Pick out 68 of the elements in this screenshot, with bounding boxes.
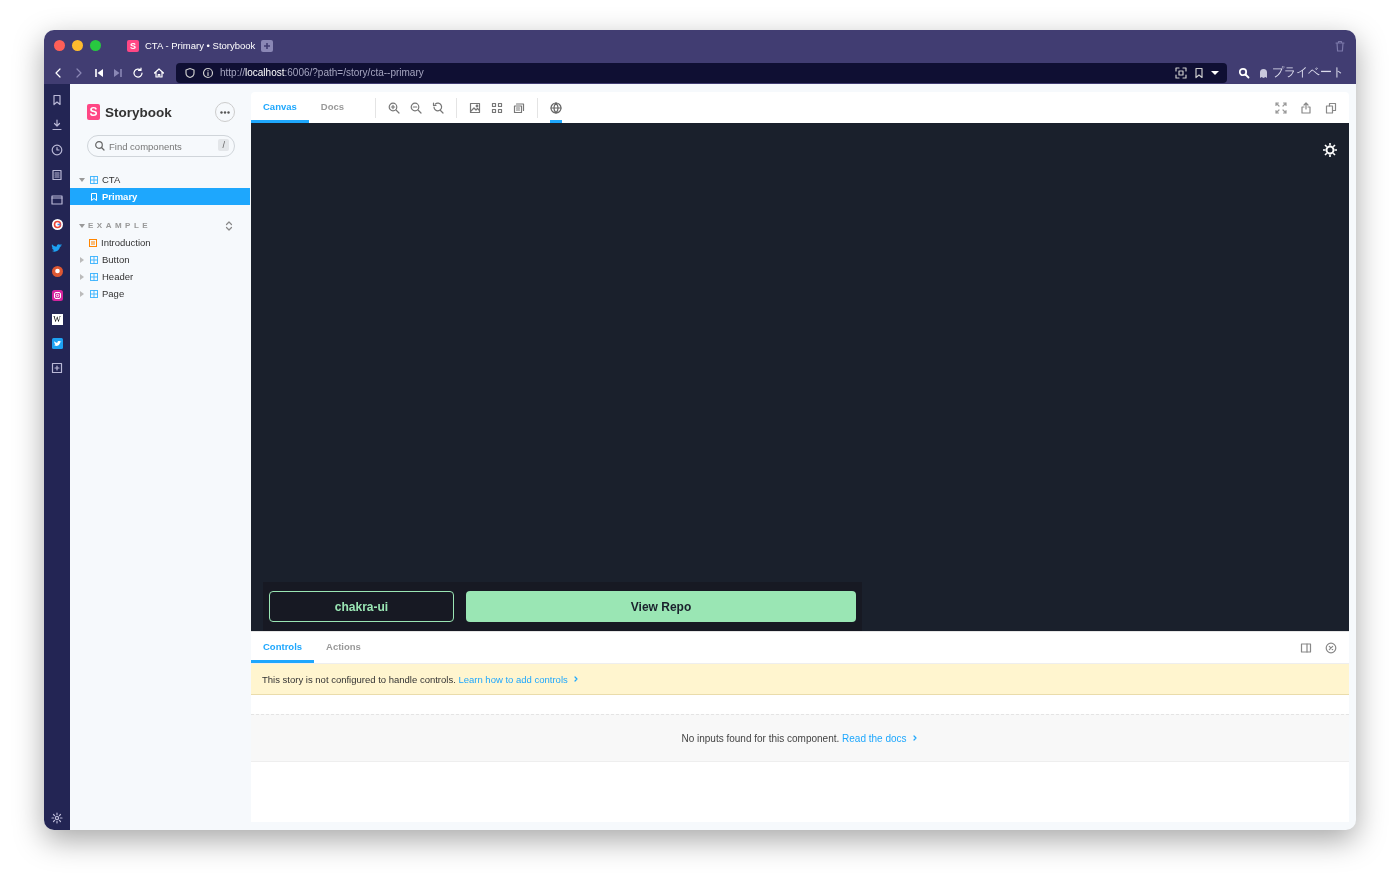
image-icon [469, 101, 482, 114]
grid-icon [491, 101, 504, 114]
expand-collapse-icon[interactable] [223, 219, 235, 232]
ellipsis-icon [220, 110, 230, 114]
reset-zoom-icon [432, 101, 445, 114]
bookmark-icon [90, 192, 98, 201]
home-icon[interactable] [153, 66, 165, 79]
tree-item[interactable]: CTA [70, 171, 250, 188]
ring-logo-icon[interactable] [51, 219, 63, 230]
url-text: http://localhost:6006/?path=/story/cta--primary [220, 67, 425, 78]
bookmark-icon[interactable] [1193, 66, 1205, 79]
settings-icon[interactable] [51, 812, 63, 824]
zoom-in-icon [388, 101, 401, 114]
skip-forward-icon[interactable] [113, 66, 123, 79]
reload-icon[interactable] [132, 66, 144, 79]
window-control[interactable] [54, 40, 65, 51]
address-bar[interactable]: http://localhost:6006/?path=/story/cta--primary [176, 62, 1227, 83]
panel-layout-icon[interactable] [1300, 641, 1312, 654]
add-panel-icon[interactable] [51, 362, 63, 374]
outline-button[interactable]: chakra-ui [269, 591, 454, 622]
bird-tile-icon[interactable] [51, 338, 63, 349]
empty-state-text: No inputs found for this component. [681, 732, 840, 744]
view-repo-button[interactable]: View Repo [466, 591, 856, 622]
dropdown-icon[interactable] [1211, 68, 1219, 77]
brand-name: Storybook [105, 104, 173, 120]
bookmark-icon[interactable] [51, 94, 63, 106]
window-icon[interactable] [51, 194, 63, 206]
ghost-icon [1259, 67, 1268, 78]
download-icon[interactable] [51, 119, 63, 131]
component-icon [90, 272, 98, 281]
copy-icon[interactable] [1325, 101, 1337, 114]
private-mode-label: プライベート [1272, 64, 1344, 81]
component-icon [90, 255, 98, 264]
component-icon [90, 175, 98, 184]
document-icon[interactable] [51, 169, 63, 181]
expanded-caret-icon[interactable] [78, 221, 86, 230]
sun-icon[interactable] [1323, 143, 1337, 157]
bird-icon[interactable] [51, 243, 63, 253]
fullscreen-icon[interactable] [1275, 101, 1287, 114]
search-icon[interactable] [1238, 66, 1250, 79]
search-icon [94, 140, 105, 151]
share-icon[interactable] [1300, 101, 1312, 114]
window-control[interactable] [90, 40, 101, 51]
component-icon [90, 289, 98, 298]
notice-text: This story is not configured to handle controls. [262, 673, 456, 685]
window-control[interactable] [72, 40, 83, 51]
document-icon [89, 238, 97, 247]
qr-scan-icon[interactable] [1175, 66, 1187, 79]
logo: S [87, 104, 100, 120]
tab-title[interactable]: CTA - Primary • Storybook [145, 40, 256, 51]
trash-icon[interactable] [1334, 39, 1346, 52]
expanded-caret-icon[interactable] [78, 175, 86, 184]
new-tab-icon[interactable] [261, 39, 274, 52]
close-icon[interactable] [1325, 641, 1337, 654]
tree-item[interactable]: Page [70, 285, 250, 302]
camera-tile-icon[interactable] [51, 290, 63, 301]
favicon: S [127, 39, 139, 52]
tree-item[interactable]: Header [70, 268, 250, 285]
shield-icon[interactable] [184, 66, 196, 79]
letter-tile[interactable]: W [51, 314, 63, 325]
clock-icon[interactable] [51, 144, 63, 156]
shortcut-key: / [218, 139, 229, 151]
zoom-out-icon [410, 101, 423, 114]
info-icon[interactable] [202, 66, 214, 79]
skip-back-icon[interactable] [94, 66, 104, 79]
tree-item[interactable]: Button [70, 251, 250, 268]
tree-item[interactable]: Introduction [70, 234, 250, 251]
globe-icon [550, 101, 563, 114]
